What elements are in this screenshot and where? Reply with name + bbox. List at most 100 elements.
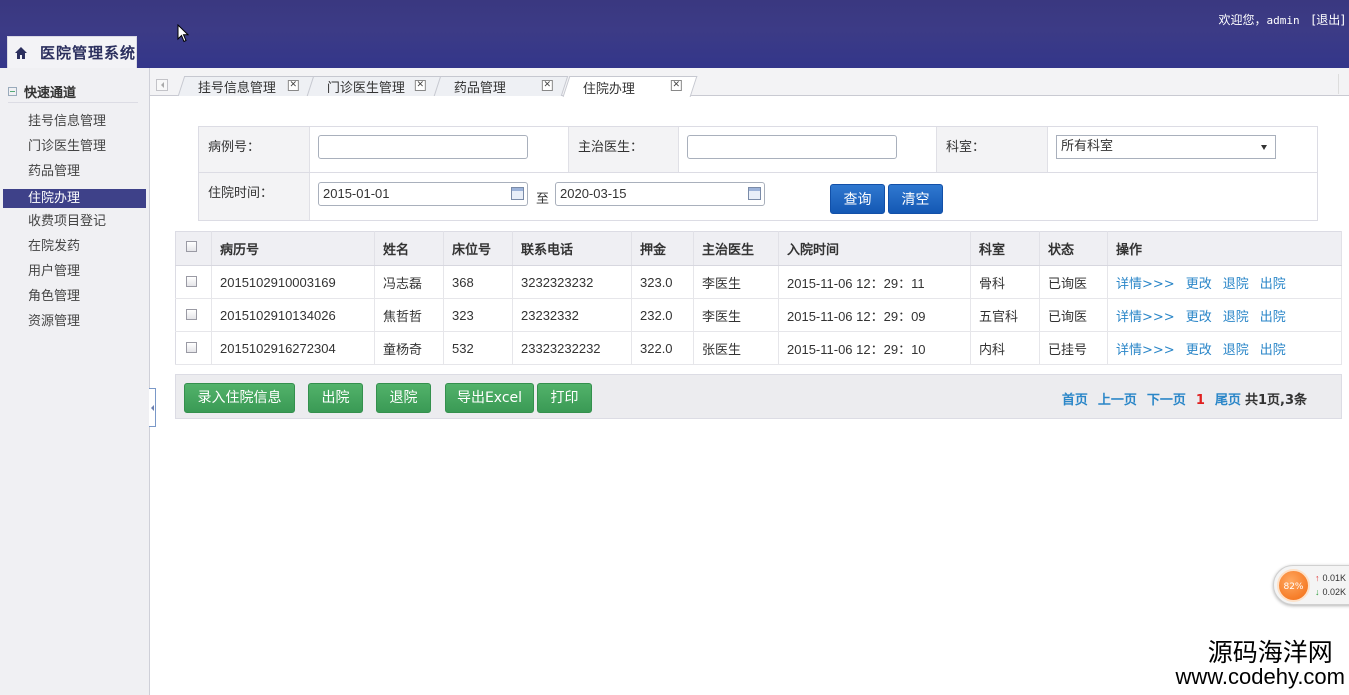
row-checkbox[interactable] — [186, 308, 197, 320]
withdraw-link[interactable]: 退院 — [1223, 277, 1249, 292]
calendar-icon[interactable] — [511, 187, 524, 200]
welcome-text: 欢迎您，admin [退出] — [1218, 11, 1345, 28]
inpatient-table: 病历号 姓名 床位号 联系电话 押金 主治医生 入院时间 科室 状态 操作 20… — [175, 231, 1342, 365]
case-no-label: 病例号： — [199, 127, 310, 172]
column-header[interactable]: 床位号 — [443, 231, 513, 266]
sidebar-item-resources[interactable]: 资源管理 — [3, 311, 146, 336]
collapse-section-icon[interactable] — [8, 87, 17, 96]
column-header[interactable]: 主治医生 — [693, 231, 779, 266]
current-page: 1 — [1195, 393, 1205, 408]
details-link[interactable]: 详情>>> — [1116, 310, 1175, 325]
details-link[interactable]: 详情>>> — [1116, 277, 1175, 292]
sidebar-item-medicine[interactable]: 药品管理 — [3, 161, 146, 186]
top-header: 欢迎您，admin [退出] 医院管理系统 — [0, 0, 1349, 68]
sidebar-item-users[interactable]: 用户管理 — [3, 261, 146, 286]
tab-scroll-right-button[interactable] — [1338, 74, 1346, 94]
sidebar: 快速通道 挂号信息管理 门诊医生管理 药品管理 住院办理 收费项目登记 在院发药… — [0, 68, 150, 695]
discharge-button[interactable]: 出院 — [308, 383, 363, 413]
search-button[interactable]: 查询 — [830, 184, 885, 214]
tab-scroll-left-button[interactable] — [156, 79, 168, 91]
phone-cell: 23323232232 — [512, 331, 632, 365]
prev-page-link[interactable]: 上一页 — [1098, 393, 1137, 408]
row-select-cell — [175, 265, 212, 299]
column-header: 操作 — [1107, 231, 1342, 266]
column-header[interactable]: 姓名 — [374, 231, 444, 266]
discharge-link[interactable]: 出院 — [1260, 343, 1286, 358]
sidebar-item-inpatient[interactable]: 住院办理 — [3, 189, 146, 208]
sidebar-item-dispensing[interactable]: 在院发药 — [3, 236, 146, 261]
doctor-input[interactable] — [687, 135, 897, 159]
deposit-cell: 323.0 — [631, 265, 694, 299]
close-icon[interactable]: ✕ — [670, 80, 682, 91]
tab-strip: 挂号信息管理 ✕ 门诊医生管理 ✕ 药品管理 ✕ 住院办理 ✕ — [150, 68, 1349, 97]
column-header[interactable]: 押金 — [631, 231, 694, 266]
select-all-checkbox[interactable] — [186, 241, 197, 252]
tab-label: 药品管理 — [453, 81, 506, 96]
sidebar-collapse-handle[interactable] — [149, 388, 156, 427]
tab-registration[interactable]: 挂号信息管理 ✕ — [177, 76, 315, 96]
chevron-left-icon — [160, 82, 164, 88]
withdraw-link[interactable]: 退院 — [1223, 343, 1249, 358]
home-icon — [14, 46, 27, 59]
tab-outpatient-doctors[interactable]: 门诊医生管理 ✕ — [306, 76, 442, 96]
column-header[interactable]: 联系电话 — [512, 231, 632, 266]
print-button[interactable]: 打印 — [537, 383, 592, 413]
close-icon[interactable]: ✕ — [414, 80, 426, 91]
discharge-link[interactable]: 出院 — [1260, 277, 1286, 292]
export-excel-button[interactable]: 导出Excel — [445, 383, 534, 413]
tab-label: 挂号信息管理 — [197, 81, 276, 96]
bed-cell: 368 — [443, 265, 513, 299]
logout-link[interactable]: [退出] — [1312, 13, 1345, 27]
tab-medicine[interactable]: 药品管理 ✕ — [433, 76, 569, 96]
case-no-input[interactable] — [318, 135, 528, 159]
network-speed-widget[interactable]: 82% ↑ 0.01K ↓ 0.02K — [1273, 565, 1349, 605]
select-all-cell — [175, 231, 212, 266]
dept-cell: 骨科 — [970, 265, 1040, 299]
dept-select[interactable]: 所有科室 — [1056, 135, 1276, 159]
date-from-input[interactable]: 2015-01-01 — [318, 182, 528, 206]
date-to-input[interactable]: 2020-03-15 — [555, 182, 765, 206]
doctor-label: 主治医生： — [568, 127, 679, 172]
withdraw-button[interactable]: 退院 — [376, 383, 431, 413]
row-actions-cell: 详情>>> 更改 退院 出院 — [1107, 331, 1342, 365]
search-form: 病例号： 主治医生： 科室： 所有科室 住院时间： 2015-01-01 至 2… — [198, 126, 1318, 221]
clear-button[interactable]: 清空 — [888, 184, 943, 214]
edit-link[interactable]: 更改 — [1186, 343, 1212, 358]
sidebar-section-header[interactable]: 快速通道 — [8, 81, 138, 103]
dept-label: 科室： — [936, 127, 1048, 172]
app-brand[interactable]: 医院管理系统 — [7, 36, 137, 68]
row-actions-cell: 详情>>> 更改 退院 出院 — [1107, 298, 1342, 332]
next-page-link[interactable]: 下一页 — [1147, 393, 1186, 408]
patient-name-cell: 童杨奇 — [374, 331, 444, 365]
details-link[interactable]: 详情>>> — [1116, 343, 1175, 358]
column-header[interactable]: 病历号 — [211, 231, 375, 266]
search-form-row: 病例号： 主治医生： 科室： 所有科室 — [199, 127, 1317, 173]
deposit-cell: 322.0 — [631, 331, 694, 365]
column-header[interactable]: 科室 — [970, 231, 1040, 266]
sidebar-item-charge-items[interactable]: 收费项目登记 — [3, 211, 146, 236]
edit-link[interactable]: 更改 — [1186, 277, 1212, 292]
row-actions-cell: 详情>>> 更改 退院 出院 — [1107, 265, 1342, 299]
close-icon[interactable]: ✕ — [287, 80, 299, 91]
sidebar-item-registration[interactable]: 挂号信息管理 — [3, 111, 146, 136]
column-header[interactable]: 状态 — [1039, 231, 1108, 266]
sidebar-item-roles[interactable]: 角色管理 — [3, 286, 146, 311]
close-icon[interactable]: ✕ — [541, 80, 553, 91]
discharge-link[interactable]: 出院 — [1260, 310, 1286, 325]
withdraw-link[interactable]: 退院 — [1223, 310, 1249, 325]
add-inpatient-button[interactable]: 录入住院信息 — [184, 383, 295, 413]
case-no-cell: 2015102916272304 — [211, 331, 375, 365]
row-checkbox[interactable] — [186, 341, 197, 353]
last-page-link[interactable]: 尾页 — [1215, 393, 1241, 408]
first-page-link[interactable]: 首页 — [1062, 393, 1088, 408]
username: admin — [1266, 14, 1300, 27]
row-checkbox[interactable] — [186, 275, 197, 287]
sidebar-item-outpatient-doctors[interactable]: 门诊医生管理 — [3, 136, 146, 161]
tab-inpatient[interactable]: 住院办理 ✕ — [562, 76, 698, 97]
edit-link[interactable]: 更改 — [1186, 310, 1212, 325]
watermark-title: 源码海洋网 — [1207, 638, 1333, 667]
watermark: 源码海洋网 www.codehy.com — [1175, 640, 1345, 688]
tab-label: 门诊医生管理 — [326, 81, 405, 96]
calendar-icon[interactable] — [748, 187, 761, 200]
column-header[interactable]: 入院时间 — [778, 231, 971, 266]
